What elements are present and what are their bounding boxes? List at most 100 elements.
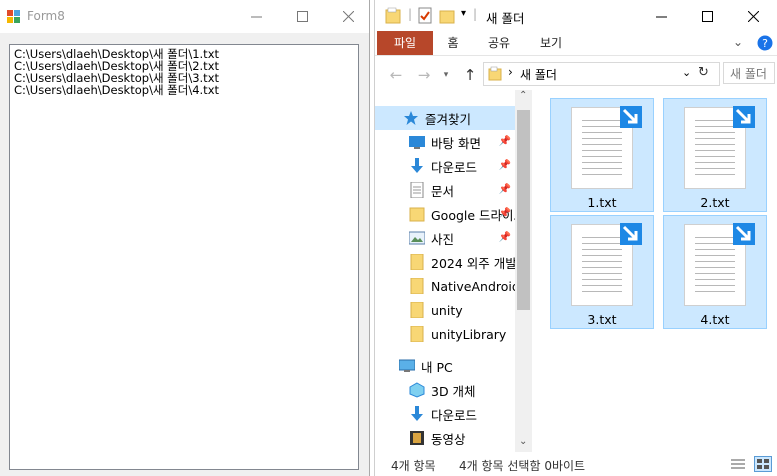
sidebar-item-videos[interactable]: 동영상 <box>375 426 515 450</box>
back-arrow-icon[interactable]: ← <box>387 66 405 84</box>
scroll-down-icon[interactable]: ⌄ <box>519 436 527 447</box>
sidebar-item-downloads[interactable]: 다운로드 📌 <box>375 154 515 178</box>
selection-info: 4개 항목 선택함 0바이트 <box>459 459 586 473</box>
sidebar-item-folder[interactable]: unityLibrary <box>375 322 515 346</box>
maximize-icon <box>701 11 713 22</box>
details-view-icon[interactable] <box>730 457 746 471</box>
star-icon <box>403 110 419 126</box>
maximize-icon <box>296 11 308 22</box>
sidebar-item-3d-objects[interactable]: 3D 개체 <box>375 378 515 402</box>
tab-view[interactable]: 보기 <box>533 31 569 55</box>
folder-icon <box>409 206 425 222</box>
sidebar-item-folder[interactable]: 2024 외주 개발 <box>375 250 515 274</box>
text-file-icon <box>684 106 755 189</box>
minimize-icon <box>250 16 262 18</box>
form8-title-bar[interactable]: Form8 <box>0 0 369 33</box>
properties-icon[interactable] <box>417 7 433 25</box>
file-tile[interactable]: 3.txt <box>550 215 654 329</box>
sidebar-item-quick-access[interactable]: 즐겨찾기 <box>375 106 515 130</box>
address-row: ← → ▾ ↑ › 새 폴더 ⌄ ↻ 새 폴더 <box>375 58 777 90</box>
recent-locations-icon[interactable]: ▾ <box>437 66 455 84</box>
close-icon <box>342 11 354 22</box>
sidebar-item-label: 즐겨찾기 <box>425 111 472 127</box>
shortcut-arrow-icon <box>620 106 642 128</box>
sidebar-item-label: 3D 개체 <box>431 383 476 399</box>
navigation-pane: 즐겨찾기 바탕 화면 📌 다운로드 📌 문서 📌 Google 드라이브 📌 사… <box>375 90 533 452</box>
breadcrumb-chevron-icon: › <box>508 65 513 79</box>
up-arrow-icon[interactable]: ↑ <box>461 66 479 84</box>
sidebar-item-label: unityLibrary <box>431 326 507 342</box>
sidebar-item-downloads[interactable]: 다운로드 <box>375 402 515 426</box>
file-tile[interactable]: 2.txt <box>663 98 767 212</box>
sidebar-item-label: 바탕 화면 <box>431 135 481 151</box>
tab-share[interactable]: 공유 <box>481 31 517 55</box>
pin-icon: 📌 <box>498 232 511 243</box>
folder-icon <box>409 277 425 295</box>
large-icons-view-icon[interactable] <box>754 456 772 472</box>
tab-file[interactable]: 파일 <box>377 31 433 55</box>
maximize-button[interactable] <box>684 0 730 33</box>
refresh-icon[interactable]: ↻ <box>698 65 709 80</box>
close-button[interactable] <box>325 0 371 33</box>
file-tile[interactable]: 1.txt <box>550 98 654 212</box>
sidebar-item-folder[interactable]: unity <box>375 298 515 322</box>
path-listbox[interactable]: C:\Users\dlaeh\Desktop\새 폴더\1.txt C:\Use… <box>9 44 359 470</box>
sidebar-item-documents[interactable]: 문서 📌 <box>375 178 515 202</box>
explorer-window: | ▾ | 새 폴더 파일 홈 공유 보기 ⌄ ? ← → ▾ ↑ › 새 폴더… <box>374 0 777 476</box>
pin-icon: 📌 <box>498 184 511 195</box>
address-dropdown-icon[interactable]: ⌄ <box>682 66 691 79</box>
sidebar-item-pictures[interactable]: 사진 📌 <box>375 226 515 250</box>
text-file-icon <box>571 106 642 189</box>
file-view: 1.txt 2.txt 3.txt 4.txt <box>533 90 777 452</box>
desktop-icon <box>409 134 425 150</box>
sidebar-item-folder[interactable]: NativeAndroidApp <box>375 274 515 298</box>
breadcrumb[interactable]: 새 폴더 <box>520 66 557 83</box>
tab-home[interactable]: 홈 <box>439 31 467 55</box>
sidebar-item-label: unity <box>431 302 463 318</box>
explorer-title: 새 폴더 <box>486 11 525 26</box>
quick-access-dropdown-icon[interactable]: ▾ <box>461 8 466 19</box>
separator: | <box>408 7 413 21</box>
text-file-icon <box>684 223 755 306</box>
ribbon-expand-icon[interactable]: ⌄ <box>733 35 743 49</box>
maximize-button[interactable] <box>279 0 325 33</box>
minimize-button[interactable] <box>638 0 684 33</box>
pin-icon: 📌 <box>498 208 511 219</box>
list-item[interactable]: C:\Users\dlaeh\Desktop\새 폴더\4.txt <box>14 84 219 96</box>
help-icon[interactable]: ? <box>757 35 773 51</box>
form8-window: Form8 C:\Users\dlaeh\Desktop\새 폴더\1.txt … <box>0 0 370 476</box>
minimize-icon <box>655 16 667 18</box>
sidebar-item-desktop[interactable]: 바탕 화면 📌 <box>375 130 515 154</box>
explorer-title-bar[interactable]: | ▾ | 새 폴더 <box>375 0 777 31</box>
sidebar-item-label: 내 PC <box>421 359 453 375</box>
sidebar-item-label: 다운로드 <box>431 159 478 175</box>
folder-icon <box>409 301 425 319</box>
svg-text:?: ? <box>762 37 768 50</box>
search-input[interactable]: 새 폴더 <box>723 62 775 84</box>
pin-icon: 📌 <box>498 136 511 147</box>
file-name: 2.txt <box>700 195 730 210</box>
folder-icon <box>385 7 401 24</box>
address-bar[interactable]: › 새 폴더 ⌄ ↻ <box>483 62 720 86</box>
sidebar-item-label: 2024 외주 개발 <box>431 255 515 271</box>
sidebar-item-label: 문서 <box>431 183 455 199</box>
scroll-up-icon[interactable]: ⌃ <box>519 90 527 101</box>
close-button[interactable] <box>730 0 776 33</box>
app-icon <box>7 10 20 23</box>
separator: | <box>473 7 478 21</box>
scroll-thumb[interactable] <box>517 110 530 310</box>
sidebar-item-label: 사진 <box>431 231 455 247</box>
new-folder-icon[interactable] <box>439 7 455 25</box>
sidebar-item-google-drive[interactable]: Google 드라이브 📌 <box>375 202 515 226</box>
file-tile[interactable]: 4.txt <box>663 215 767 329</box>
pictures-icon <box>408 230 426 246</box>
minimize-button[interactable] <box>233 0 279 33</box>
forward-arrow-icon[interactable]: → <box>415 66 433 84</box>
download-icon <box>409 406 425 422</box>
form8-title: Form8 <box>27 9 65 23</box>
nav-scrollbar[interactable]: ⌃ ⌄ <box>515 90 532 452</box>
text-file-icon <box>571 223 642 306</box>
sidebar-item-label: 다운로드 <box>431 407 478 423</box>
sidebar-item-this-pc[interactable]: 내 PC <box>375 354 515 378</box>
folder-icon <box>409 253 425 271</box>
